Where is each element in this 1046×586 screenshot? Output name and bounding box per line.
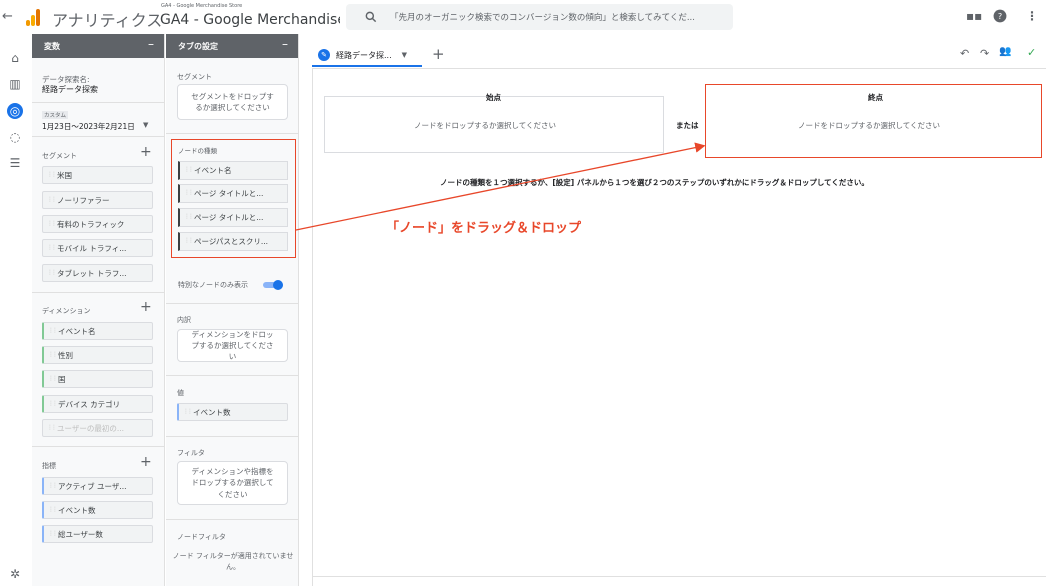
metric-chip[interactable]: 総ユーザー数 xyxy=(42,525,153,543)
svg-text:?: ? xyxy=(998,11,1002,21)
collapse-settings-button[interactable]: – xyxy=(282,37,288,51)
filter-dropzone[interactable]: ディメンションや指標をドロップするか選択してください xyxy=(177,461,288,505)
more-vert-icon[interactable]: ⋮ xyxy=(1026,9,1038,23)
instruction-text: ノードの種類を１つ選択するか、[設定] パネルから１つを選び２つのステップのいず… xyxy=(440,178,869,187)
segment-section-label: セグメント xyxy=(177,73,212,81)
value-label: 値 xyxy=(177,389,184,397)
filter-label: フィルタ xyxy=(177,449,205,457)
metric-chip[interactable]: アクティブ ユーザ... xyxy=(42,477,153,495)
analytics-logo xyxy=(24,8,42,26)
tab-settings-title: タブの設定 xyxy=(178,41,218,51)
dimension-chip[interactable]: ユーザーの最初の... xyxy=(42,419,153,437)
segments-label: セグメント xyxy=(42,152,77,160)
settings-gear-icon[interactable]: ✲ xyxy=(7,566,23,582)
left-nav-rail: ⌂ ▥ ◎ ◌ ☰ ✲ xyxy=(0,34,30,586)
help-icon[interactable]: ? xyxy=(993,9,1007,23)
add-segment-button[interactable]: + xyxy=(140,144,152,160)
reports-icon[interactable]: ▥ xyxy=(7,76,23,92)
dimension-chip[interactable]: イベント名 xyxy=(42,322,153,340)
saved-check-icon: ✓ xyxy=(1027,46,1037,59)
special-nodes-toggle[interactable] xyxy=(263,280,283,290)
drag-drop-annotation: 「ノード」をドラッグ＆ドロップ xyxy=(386,221,582,236)
start-point-title: 始点 xyxy=(486,93,501,102)
add-tab-button[interactable]: + xyxy=(432,45,445,63)
date-badge: カスタム xyxy=(42,111,69,119)
variables-header: 変数 – xyxy=(32,34,164,58)
segment-chip[interactable]: 米国 xyxy=(42,166,153,184)
dimension-chip[interactable]: デバイス カテゴリ xyxy=(42,395,153,413)
date-range[interactable]: 1月23日～2023年2月21日 xyxy=(42,121,135,132)
dimensions-label: ディメンション xyxy=(42,307,91,315)
metric-chip[interactable]: イベント数 xyxy=(42,501,153,519)
date-dropdown-icon[interactable]: ▼ xyxy=(143,121,148,129)
start-point-dropzone[interactable]: ノードをドロップするか選択してください xyxy=(414,120,556,131)
collapse-variables-button[interactable]: – xyxy=(148,37,154,51)
segment-chip[interactable]: モバイル トラフィ... xyxy=(42,239,153,257)
add-dimension-button[interactable]: + xyxy=(140,299,152,315)
add-metric-button[interactable]: + xyxy=(140,454,152,470)
end-point-dropzone[interactable]: ノードをドロップするか選択してください xyxy=(798,120,940,131)
dimension-chip[interactable]: 国 xyxy=(42,370,153,388)
share-users-icon[interactable]: 👥 xyxy=(999,46,1011,57)
home-icon[interactable]: ⌂ xyxy=(7,50,23,66)
special-nodes-label: 特別なノードのみ表示 xyxy=(178,281,248,289)
top-bar: ← アナリティクス GA4 - Google Merchandise Store… xyxy=(0,0,1046,34)
configure-icon[interactable]: ☰ xyxy=(7,155,23,171)
segment-chip[interactable]: 有料のトラフィック xyxy=(42,215,153,233)
breakdown-dropzone[interactable]: ディメンションをドロップするか選択してください xyxy=(177,329,288,362)
explore-name-value[interactable]: 経路データ探索 xyxy=(42,84,98,95)
segment-chip[interactable]: タブレット トラフ... xyxy=(42,264,153,282)
node-filter-status: ノード フィルターが適用されていません。 xyxy=(172,552,294,572)
advertising-icon[interactable]: ◌ xyxy=(7,129,23,145)
breakdown-label: 内訳 xyxy=(177,316,191,324)
value-chip[interactable]: イベント数 xyxy=(177,403,288,421)
active-tab-indicator xyxy=(312,65,422,67)
node-filter-label: ノードフィルタ xyxy=(177,533,226,541)
app-title: アナリティクス xyxy=(52,11,163,30)
property-selector[interactable]: GA4 - Google Merchandise ... xyxy=(160,12,340,28)
search-bar[interactable]: 「先月のオーガニック検索でのコンバージョン数の傾向」と検索してみてくだ... xyxy=(346,4,733,30)
edit-pencil-icon: ✎ xyxy=(318,49,330,61)
explore-icon[interactable]: ◎ xyxy=(7,103,23,119)
variables-title: 変数 xyxy=(44,41,60,51)
tab-dropdown-icon[interactable]: ▼ xyxy=(402,51,407,59)
arrow-back-icon[interactable]: ← xyxy=(2,9,13,24)
or-label: または xyxy=(676,121,699,130)
tab-path-exploration[interactable]: ✎ 経路データ探... ▼ xyxy=(318,44,407,66)
search-input[interactable]: 「先月のオーガニック検索でのコンバージョン数の傾向」と検索してみてくだ... xyxy=(390,11,695,23)
segment-chip[interactable]: ノーリファラー xyxy=(42,191,153,209)
end-point-title: 終点 xyxy=(868,93,883,102)
apps-grid-icon[interactable]: ▪▪ xyxy=(966,9,982,23)
undo-icon[interactable]: ↶ xyxy=(960,47,969,60)
node-type-highlight xyxy=(171,139,296,258)
segment-dropzone[interactable]: セグメントをドロップするか選択してください xyxy=(177,84,288,120)
search-icon xyxy=(365,11,377,23)
account-path[interactable]: GA4 - Google Merchandise Store xyxy=(161,3,242,9)
redo-icon[interactable]: ↷ xyxy=(980,47,989,60)
tab-label: 経路データ探... xyxy=(336,50,392,60)
tab-settings-header: タブの設定 – xyxy=(166,34,298,58)
dimension-chip[interactable]: 性別 xyxy=(42,346,153,364)
metrics-label: 指標 xyxy=(42,462,56,470)
